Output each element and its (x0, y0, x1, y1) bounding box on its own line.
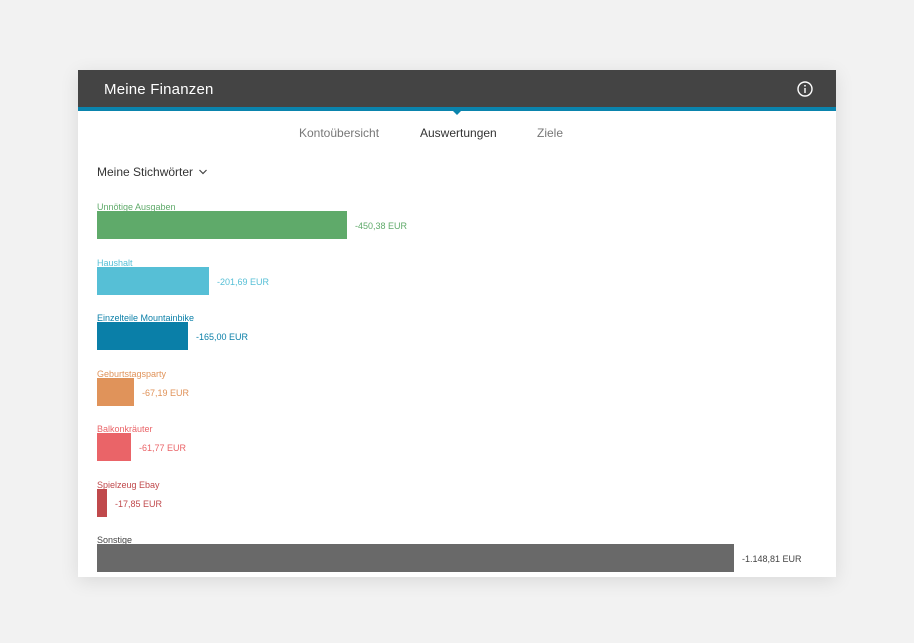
bar-value-label: -17,85 EUR (115, 499, 163, 509)
bar[interactable] (97, 322, 188, 350)
finance-window: Meine Finanzen Kontoübersicht Auswertung… (78, 70, 836, 577)
bar-value-label: -450,38 EUR (355, 221, 408, 231)
tab-ziele[interactable]: Ziele (537, 126, 563, 140)
tab-auswertungen[interactable]: Auswertungen (420, 126, 497, 140)
bar-value-label: -67,19 EUR (142, 388, 190, 398)
app-title: Meine Finanzen (104, 81, 214, 98)
keyword-dropdown-label: Meine Stichwörter (97, 165, 194, 179)
bar[interactable] (97, 489, 107, 517)
bar[interactable] (97, 433, 131, 461)
bar-value-label: -165,00 EUR (196, 332, 249, 342)
chevron-down-icon (199, 169, 207, 175)
bar[interactable] (97, 378, 134, 406)
app-header: Meine Finanzen (78, 70, 836, 107)
bar[interactable] (97, 544, 734, 572)
bar-value-label: -61,77 EUR (139, 443, 187, 453)
tab-bar: Kontoübersicht Auswertungen Ziele (78, 126, 836, 146)
bar[interactable] (97, 211, 347, 239)
bar[interactable] (97, 267, 209, 295)
tab-kontouebersicht[interactable]: Kontoübersicht (299, 126, 379, 140)
keyword-dropdown[interactable]: Meine Stichwörter (97, 165, 208, 179)
bar-value-label: -201,69 EUR (217, 277, 270, 287)
active-tab-indicator (450, 108, 464, 115)
info-icon[interactable] (797, 81, 813, 97)
bar-value-label: -1.148,81 EUR (742, 554, 802, 564)
